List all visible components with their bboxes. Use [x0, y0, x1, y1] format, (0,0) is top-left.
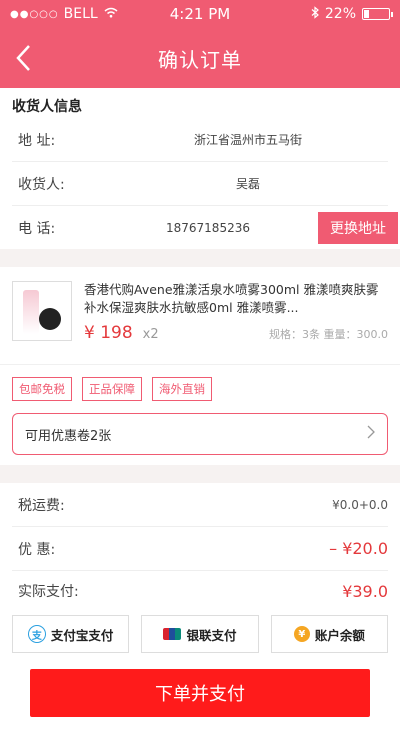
tag-free-shipping: 包邮免税: [12, 377, 72, 401]
back-button[interactable]: [8, 38, 38, 78]
product-image: [12, 281, 72, 341]
divider: [0, 465, 400, 483]
discount-row: 优 惠: – ¥20.0: [12, 527, 388, 571]
receiver-value: 吴磊: [235, 177, 260, 191]
chevron-left-icon: [16, 45, 30, 71]
discount-value: – ¥20.0: [329, 539, 388, 558]
receiver-label: 收货人:: [18, 176, 65, 193]
divider: [0, 249, 400, 267]
product-name: 香港代购Avene雅漾活泉水喷雾300ml 雅漾喷爽肤雾补水保湿爽肤水抗敏感0m…: [84, 282, 379, 315]
unionpay-button[interactable]: 银联支付: [141, 615, 259, 653]
receiver-section-title: 收货人信息: [12, 99, 82, 115]
actual-pay-value: ¥39.0: [342, 581, 388, 601]
phone-label: 电 话:: [18, 220, 56, 237]
discount-label: 优 惠:: [18, 541, 56, 558]
unionpay-label: 银联支付: [186, 627, 237, 643]
product-item[interactable]: 香港代购Avene雅漾活泉水喷雾300ml 雅漾喷爽肤雾补水保湿爽肤水抗敏感0m…: [0, 267, 400, 365]
alipay-label: 支付宝支付: [50, 627, 114, 643]
tax-row: 税运费: ¥0.0+0.0: [12, 483, 388, 527]
receiver-row: 收货人: 吴磊: [12, 162, 388, 206]
header: ●●○○○ BELL 4:21 PM 22% 确认订单: [0, 0, 400, 88]
product-price: ¥ 198: [84, 323, 133, 343]
actual-pay-label: 实际支付:: [18, 584, 79, 600]
address-label: 地 址:: [18, 132, 56, 149]
address-row: 地 址: 浙江省温州市五马街: [12, 118, 388, 162]
balance-label: 账户余额: [314, 627, 365, 643]
coupon-label: 可用优惠卷2张: [25, 428, 112, 444]
product-quantity: x2: [142, 327, 159, 342]
tag-overseas: 海外直销: [152, 377, 212, 401]
phone-row: 电 话: 18767185236 更换地址: [12, 206, 398, 249]
status-bar: ●●○○○ BELL 4:21 PM 22%: [0, 0, 400, 28]
address-value: 浙江省温州市五马街: [193, 133, 302, 147]
actual-pay-row: 实际支付: ¥39.0: [12, 571, 388, 611]
submit-order-button[interactable]: 下单并支付: [30, 669, 370, 717]
alipay-icon: 支: [27, 625, 46, 643]
change-address-button[interactable]: 更换地址: [318, 212, 398, 244]
coupon-selector[interactable]: 可用优惠卷2张: [12, 413, 388, 455]
yen-coin-icon: ¥: [293, 626, 310, 642]
receiver-section: 收货人信息 地 址: 浙江省温州市五马街 收货人: 吴磊 电 话: 187671…: [0, 88, 400, 249]
product-spec: 规格：3条 重量：300.0: [269, 328, 388, 341]
unionpay-icon: [163, 628, 182, 640]
nav-bar: 确认订单: [0, 28, 400, 88]
service-tags: 包邮免税 正品保障 海外直销: [0, 365, 400, 407]
payment-methods: 支 支付宝支付 银联支付 ¥ 账户余额: [0, 611, 400, 661]
tax-label: 税运费:: [18, 497, 65, 514]
chevron-right-icon: [367, 425, 375, 443]
alipay-button[interactable]: 支 支付宝支付: [12, 615, 130, 653]
balance-button[interactable]: ¥ 账户余额: [270, 615, 388, 653]
page-title: 确认订单: [158, 47, 242, 72]
status-time: 4:21 PM: [169, 5, 231, 23]
tax-value: ¥0.0+0.0: [332, 497, 388, 512]
fees-section: 税运费: ¥0.0+0.0 优 惠: – ¥20.0 实际支付: ¥39.0: [0, 483, 400, 611]
battery-icon: [362, 8, 393, 20]
tag-authentic: 正品保障: [82, 377, 142, 401]
